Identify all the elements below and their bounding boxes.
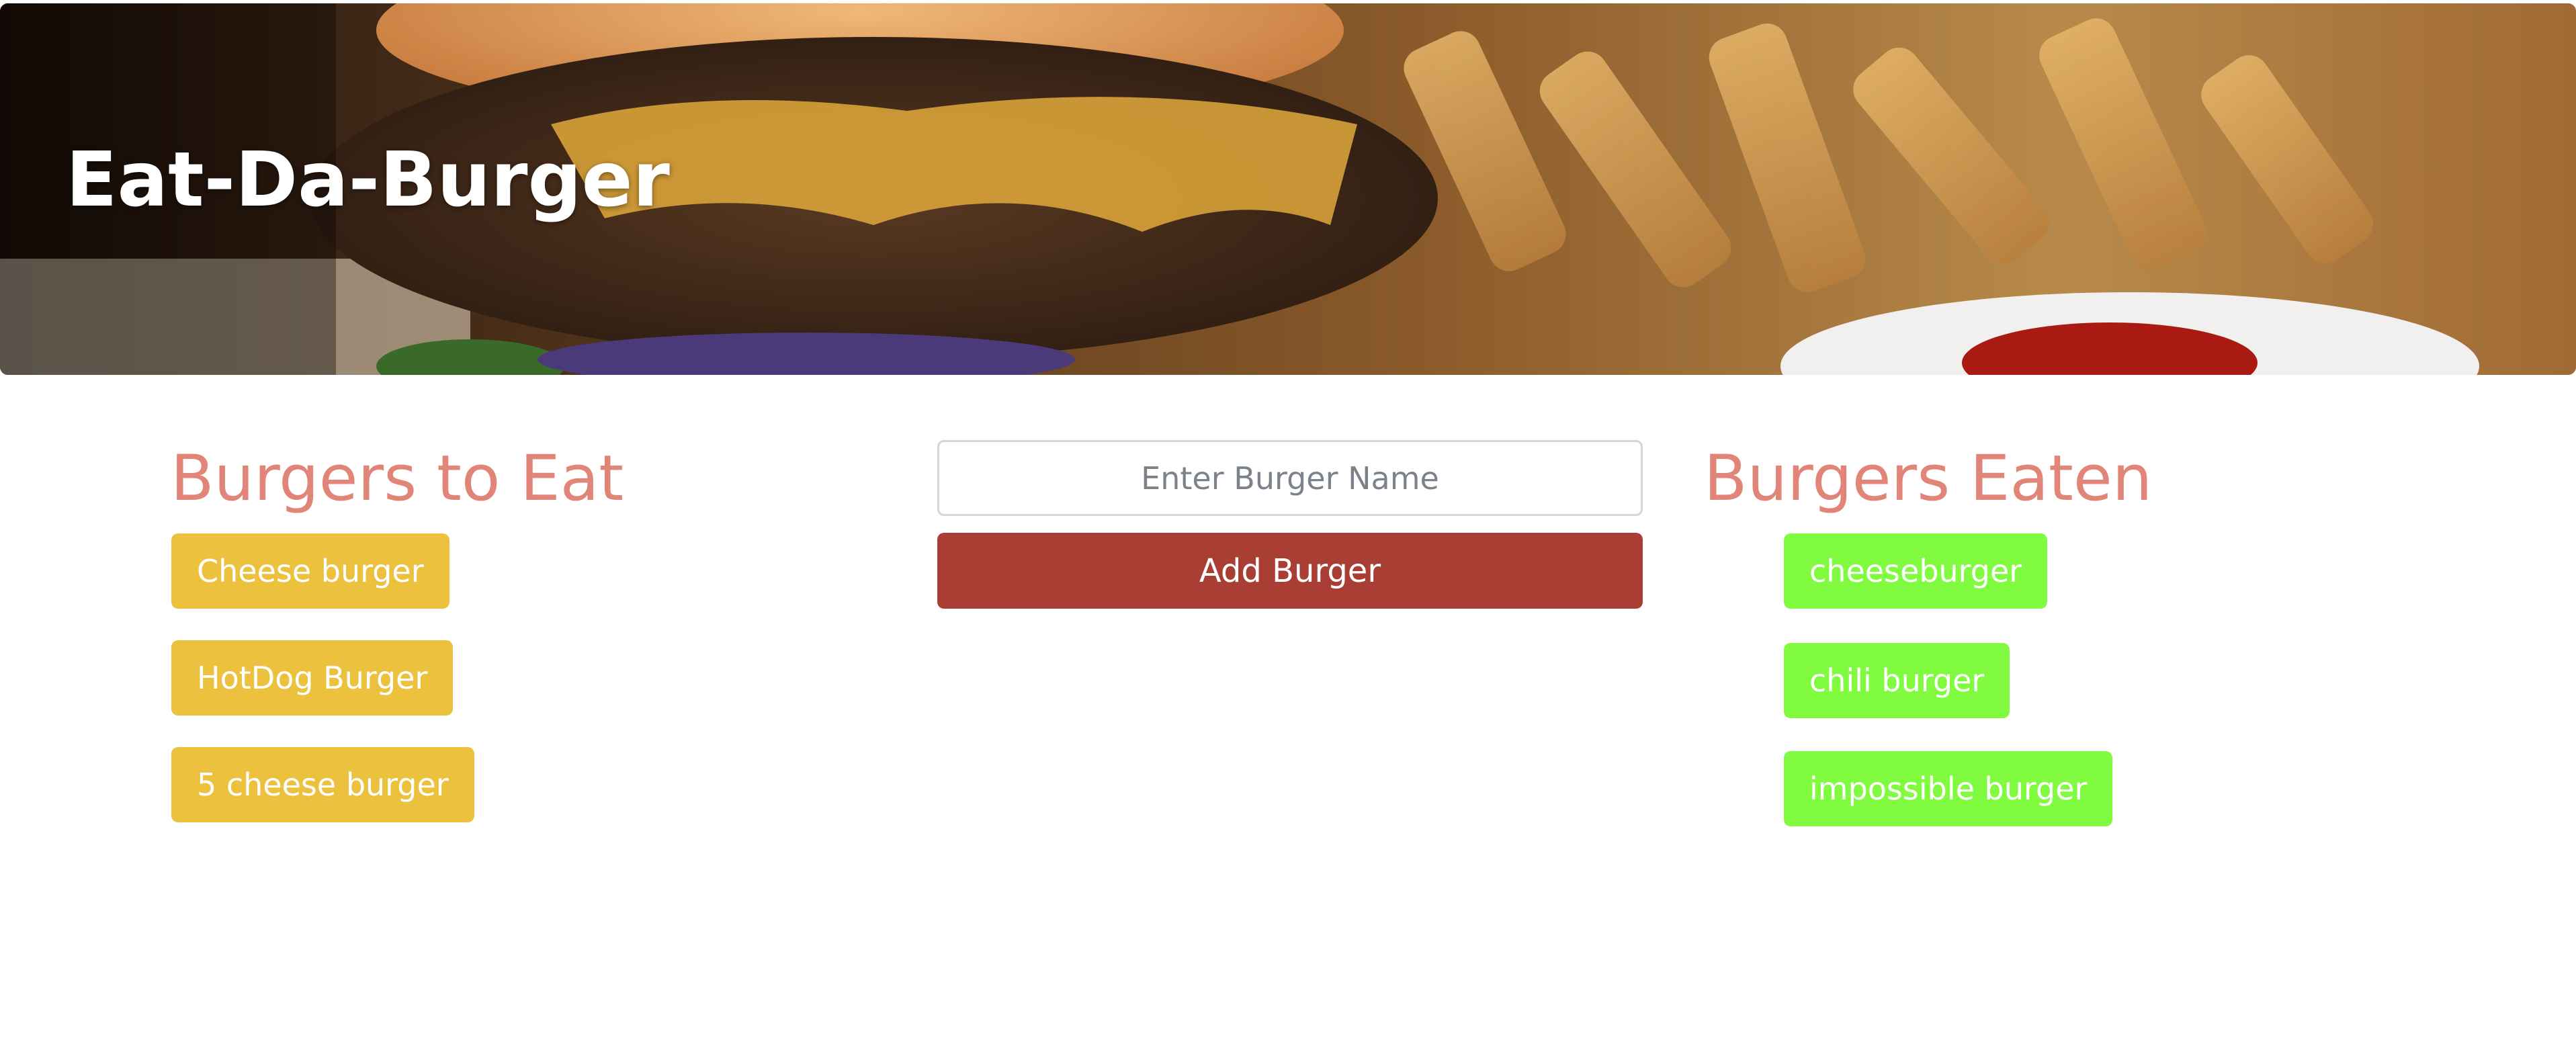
- devour-button[interactable]: 5 cheese burger: [171, 747, 474, 822]
- eaten-burger-button[interactable]: chili burger: [1784, 643, 2010, 718]
- burger-name-input[interactable]: [937, 440, 1643, 516]
- devour-button[interactable]: HotDog Burger: [171, 640, 454, 716]
- devour-button[interactable]: Cheese burger: [171, 533, 449, 609]
- add-burger-button[interactable]: Add Burger: [937, 533, 1643, 609]
- eaten-burger-button[interactable]: impossible burger: [1784, 751, 2113, 826]
- hero-banner: Eat-Da-Burger: [0, 3, 2576, 375]
- eaten-burger-button[interactable]: cheeseburger: [1784, 533, 2048, 609]
- page-title: Eat-Da-Burger: [66, 136, 670, 224]
- to-eat-heading: Burgers to Eat: [171, 442, 624, 515]
- eaten-heading: Burgers Eaten: [1704, 442, 2153, 515]
